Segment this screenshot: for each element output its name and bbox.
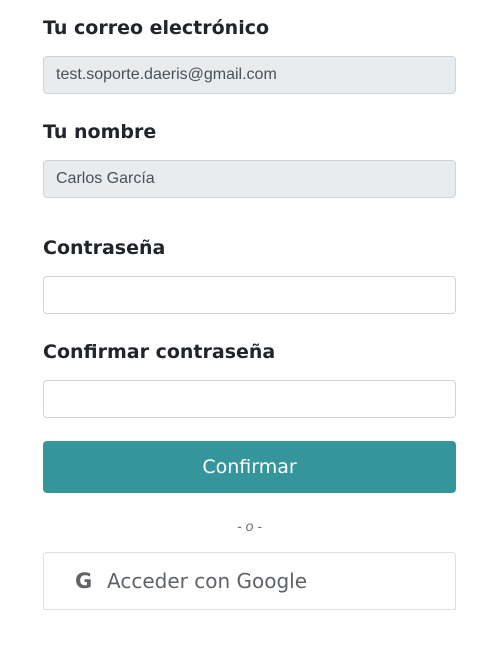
name-field[interactable] (43, 160, 456, 198)
google-signin-label: Acceder con Google (107, 569, 307, 593)
confirm-button[interactable]: Confirmar (43, 441, 456, 493)
confirm-password-field[interactable] (43, 380, 456, 418)
confirm-password-label: Confirmar contraseña (43, 341, 276, 363)
password-label: Contraseña (43, 237, 166, 259)
email-label: Tu correo electrónico (43, 17, 270, 39)
email-field[interactable] (43, 56, 456, 94)
password-field[interactable] (43, 276, 456, 314)
google-icon: G (75, 569, 93, 593)
separator-text: - o - (237, 518, 262, 534)
name-label: Tu nombre (43, 121, 157, 143)
google-signin-button[interactable]: G Acceder con Google (43, 552, 456, 610)
